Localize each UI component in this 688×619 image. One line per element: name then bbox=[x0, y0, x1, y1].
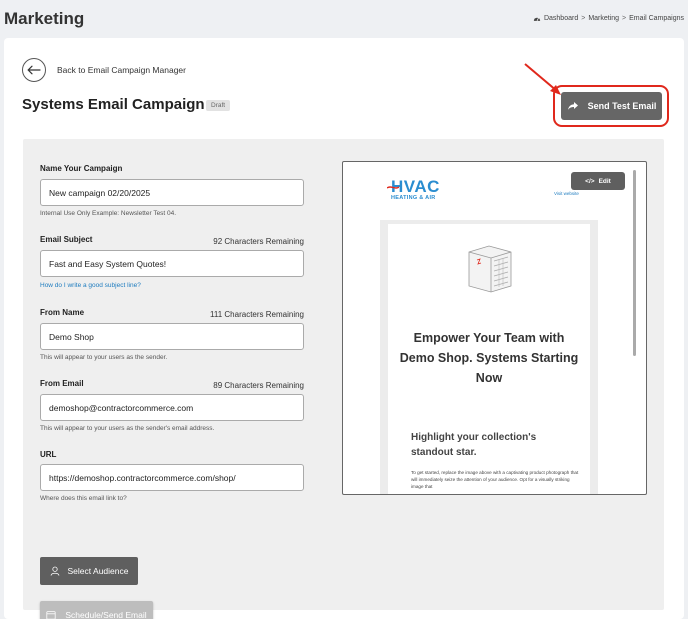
logo-subtitle: HEATING & AIR bbox=[391, 195, 436, 201]
arrow-left-icon bbox=[27, 65, 41, 75]
send-test-email-button[interactable]: Send Test Email bbox=[561, 92, 662, 120]
email-body: Empower Your Team with Demo Shop. System… bbox=[388, 224, 590, 494]
breadcrumb-marketing[interactable]: Marketing bbox=[588, 15, 619, 22]
schedule-send-button[interactable]: Schedule/Send Email bbox=[40, 601, 153, 619]
from-email-input[interactable] bbox=[40, 394, 304, 421]
email-header: HVAC HEATING & AIR Visit website bbox=[380, 168, 598, 220]
campaign-form: Name Your Campaign Internal Use Only Exa… bbox=[23, 139, 664, 619]
from-email-remaining: 89 Characters Remaining bbox=[213, 381, 304, 390]
from-email-help: This will appear to your users as the se… bbox=[40, 425, 215, 432]
from-name-remaining: 111 Characters Remaining bbox=[210, 310, 304, 319]
email-preview-canvas: HVAC HEATING & AIR Visit website Empower bbox=[380, 168, 598, 494]
subject-help-link[interactable]: How do I write a good subject line? bbox=[40, 282, 141, 289]
user-icon bbox=[50, 566, 59, 576]
email-subhead: Highlight your collection's standout sta… bbox=[411, 432, 537, 458]
main-panel: Back to Email Campaign Manager Systems E… bbox=[4, 38, 684, 619]
campaign-name-label: Name Your Campaign bbox=[40, 164, 123, 173]
campaign-title: Systems Email Campaign bbox=[22, 96, 205, 113]
select-audience-button[interactable]: Select Audience bbox=[40, 557, 138, 585]
edit-email-button[interactable]: </> Edit bbox=[571, 172, 625, 190]
breadcrumb-email-campaigns: Email Campaigns bbox=[629, 15, 684, 22]
campaign-name-help: Internal Use Only Example: Newsletter Te… bbox=[40, 210, 177, 217]
breadcrumb: Dashboard > Marketing > Email Campaigns bbox=[533, 15, 684, 22]
select-audience-label: Select Audience bbox=[67, 566, 129, 576]
from-name-help: This will appear to your users as the se… bbox=[40, 354, 168, 361]
calendar-icon bbox=[46, 610, 56, 619]
visit-website-link[interactable]: Visit website bbox=[554, 191, 579, 196]
schedule-send-label: Schedule/Send Email bbox=[65, 609, 147, 619]
email-preview: HVAC HEATING & AIR Visit website Empower bbox=[342, 161, 647, 495]
email-subject-remaining: 92 Characters Remaining bbox=[213, 237, 304, 246]
url-label: URL bbox=[40, 450, 57, 459]
status-badge: Draft bbox=[206, 100, 231, 111]
back-label[interactable]: Back to Email Campaign Manager bbox=[57, 65, 186, 75]
share-arrow-icon bbox=[567, 102, 578, 110]
email-subject-label: Email Subject bbox=[40, 235, 93, 244]
code-icon: </> bbox=[585, 177, 595, 185]
breadcrumb-dashboard[interactable]: Dashboard bbox=[544, 15, 578, 22]
back-button[interactable] bbox=[22, 58, 46, 82]
logo-swoosh-icon bbox=[387, 186, 399, 189]
url-help: Where does this email link to? bbox=[40, 495, 127, 502]
hvac-unit-image bbox=[468, 245, 512, 293]
email-headline: Empower Your Team with Demo Shop. System… bbox=[399, 331, 579, 385]
email-paragraph: To get started, replace the image above … bbox=[411, 470, 579, 489]
preview-scrollbar[interactable] bbox=[633, 170, 636, 356]
from-name-label: From Name bbox=[40, 308, 85, 317]
url-input[interactable] bbox=[40, 464, 304, 491]
send-test-email-label: Send Test Email bbox=[587, 101, 657, 111]
breadcrumb-separator: > bbox=[581, 15, 586, 22]
dashboard-icon bbox=[533, 17, 541, 22]
email-subject-input[interactable] bbox=[40, 250, 304, 277]
breadcrumb-separator: > bbox=[622, 15, 627, 22]
app-title: Marketing bbox=[4, 9, 85, 28]
from-name-input[interactable] bbox=[40, 323, 304, 350]
from-email-label: From Email bbox=[40, 379, 84, 388]
campaign-name-input[interactable] bbox=[40, 179, 304, 206]
top-bar: Marketing Dashboard > Marketing > Email … bbox=[0, 0, 688, 38]
edit-label: Edit bbox=[598, 177, 611, 185]
